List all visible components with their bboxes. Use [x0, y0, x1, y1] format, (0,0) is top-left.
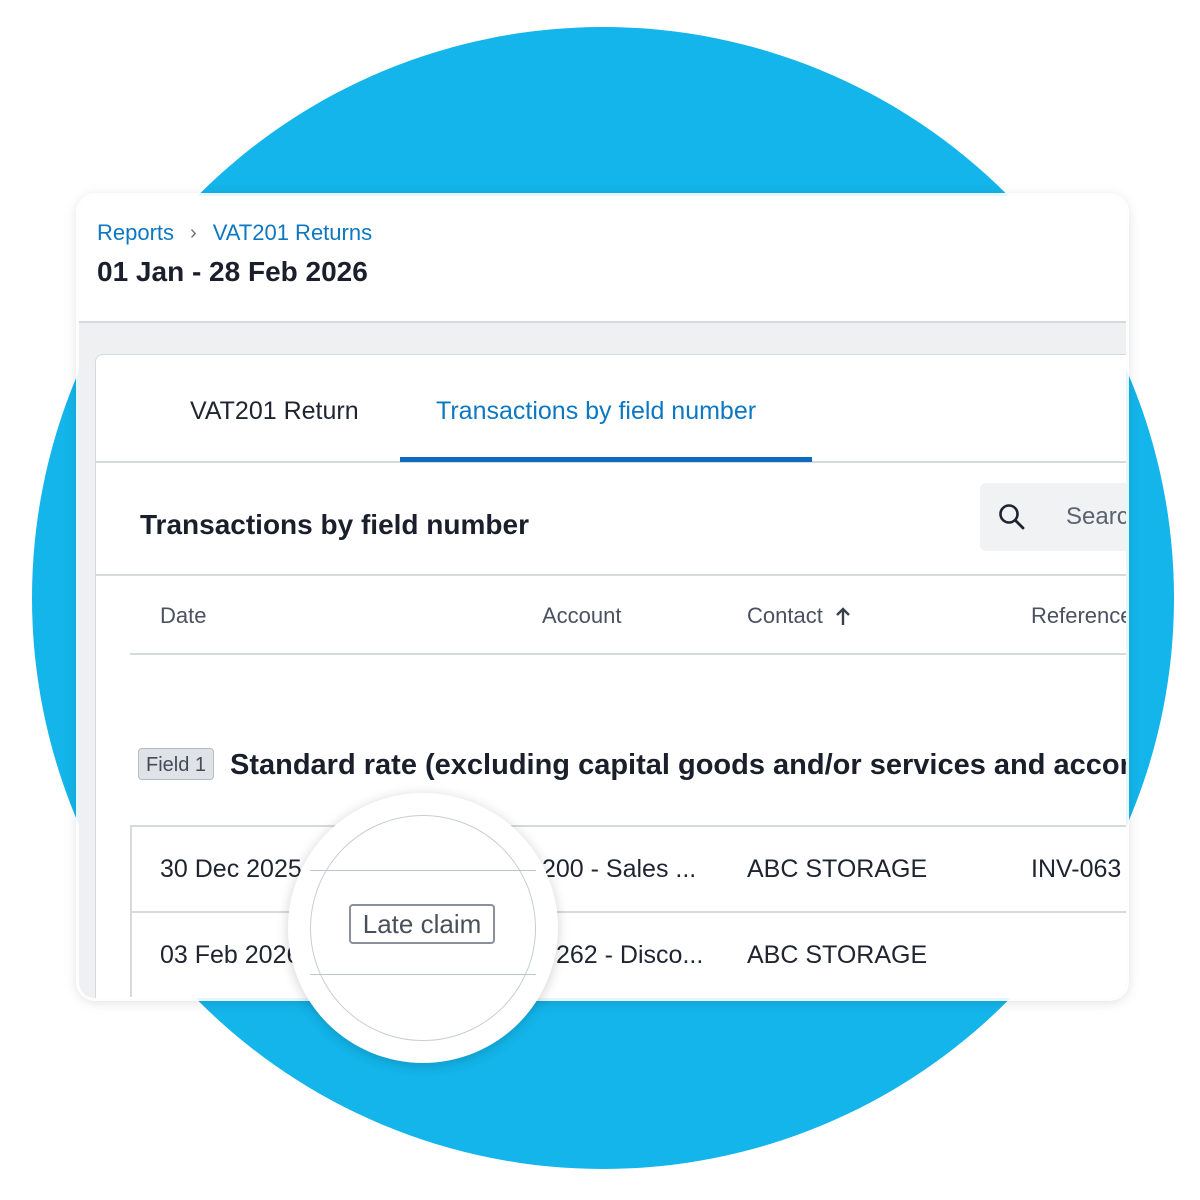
- column-header-contact-label: Contact: [747, 603, 823, 628]
- row-contact: ABC STORAGE: [747, 855, 928, 883]
- row-account: 200 - Sales ...: [542, 855, 697, 883]
- tab-bar: VAT201 Return Transactions by field numb…: [96, 355, 1126, 463]
- page-header: Reports › VAT201 Returns 01 Jan - 28 Feb…: [79, 196, 1126, 323]
- app-window: Reports › VAT201 Returns 01 Jan - 28 Feb…: [79, 196, 1126, 998]
- search-icon: [999, 504, 1025, 530]
- search-placeholder: Search: [1066, 503, 1126, 530]
- late-claim-badge: Late claim: [349, 904, 495, 944]
- field-group-title: Standard rate (excluding capital goods a…: [230, 749, 1126, 781]
- tab-vat201-return[interactable]: VAT201 Return: [190, 397, 359, 426]
- table-row[interactable]: 03 Feb 2026 262 - Disco... ABC STORAGE: [130, 911, 1126, 997]
- sort-ascending-icon: [835, 607, 850, 625]
- search-input[interactable]: Search: [980, 483, 1126, 551]
- active-tab-indicator: [400, 457, 812, 462]
- header-divider: [130, 653, 1126, 655]
- column-header-contact[interactable]: Contact: [747, 603, 851, 629]
- column-header-account[interactable]: Account: [542, 603, 622, 629]
- field-number-badge: Field 1: [138, 748, 214, 780]
- section-title: Transactions by field number: [140, 509, 529, 540]
- breadcrumb-reports-link[interactable]: Reports: [97, 220, 174, 246]
- column-header-date[interactable]: Date: [160, 603, 206, 629]
- magnified-row-divider: [310, 870, 536, 871]
- row-reference[interactable]: INV-063: [1031, 855, 1121, 884]
- row-contact: ABC STORAGE: [747, 941, 928, 969]
- breadcrumb-vat201-link[interactable]: VAT201 Returns: [213, 220, 372, 246]
- row-account: 262 - Disco...: [556, 941, 704, 969]
- page-title: 01 Jan - 28 Feb 2026: [97, 256, 368, 287]
- chevron-right-icon: ›: [190, 221, 197, 244]
- breadcrumb: Reports › VAT201 Returns: [97, 220, 372, 246]
- row-date: 30 Dec 2025: [160, 855, 302, 883]
- magnified-row-divider: [310, 974, 536, 975]
- magnifier-callout: Late claim: [288, 793, 558, 1063]
- table-row[interactable]: 30 Dec 2025 200 - Sales ... ABC STORAGE …: [130, 825, 1126, 911]
- divider: [96, 574, 1126, 576]
- report-panel: VAT201 Return Transactions by field numb…: [95, 354, 1126, 998]
- tab-transactions-by-field[interactable]: Transactions by field number: [436, 397, 756, 426]
- row-date: 03 Feb 2026: [160, 941, 301, 969]
- column-header-reference[interactable]: Reference: [1031, 603, 1126, 629]
